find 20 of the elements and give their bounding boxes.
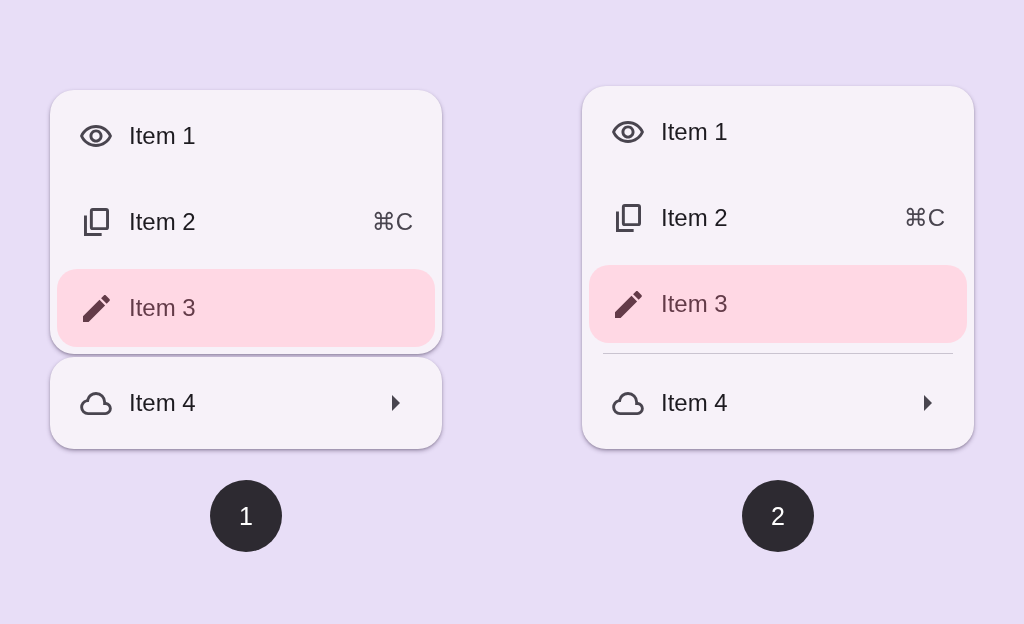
cloud-icon <box>80 391 112 415</box>
pencil-icon <box>614 290 642 318</box>
eye-icon <box>612 121 644 143</box>
number-marker: 1 <box>210 480 282 552</box>
copy-icon <box>83 208 109 236</box>
menu-item[interactable]: Item 3 <box>589 265 967 343</box>
copy-icon <box>615 204 641 232</box>
menu-item[interactable]: Item 4 <box>57 364 435 442</box>
shortcut-text: ⌘C <box>371 208 413 236</box>
shortcut-text: ⌘C <box>903 204 945 232</box>
eye-icon <box>80 125 112 147</box>
menu-item[interactable]: Item 2 ⌘C <box>589 179 967 257</box>
pencil-icon <box>82 294 110 322</box>
menu-item[interactable]: Item 2 ⌘C <box>57 183 435 261</box>
menu-item[interactable]: Item 1 <box>57 97 435 175</box>
number-marker: 2 <box>742 480 814 552</box>
menu-item[interactable]: Item 1 <box>589 93 967 171</box>
menu-item[interactable]: Item 4 <box>589 364 967 442</box>
cloud-icon <box>612 391 644 415</box>
menu-item[interactable]: Item 3 <box>57 269 435 347</box>
